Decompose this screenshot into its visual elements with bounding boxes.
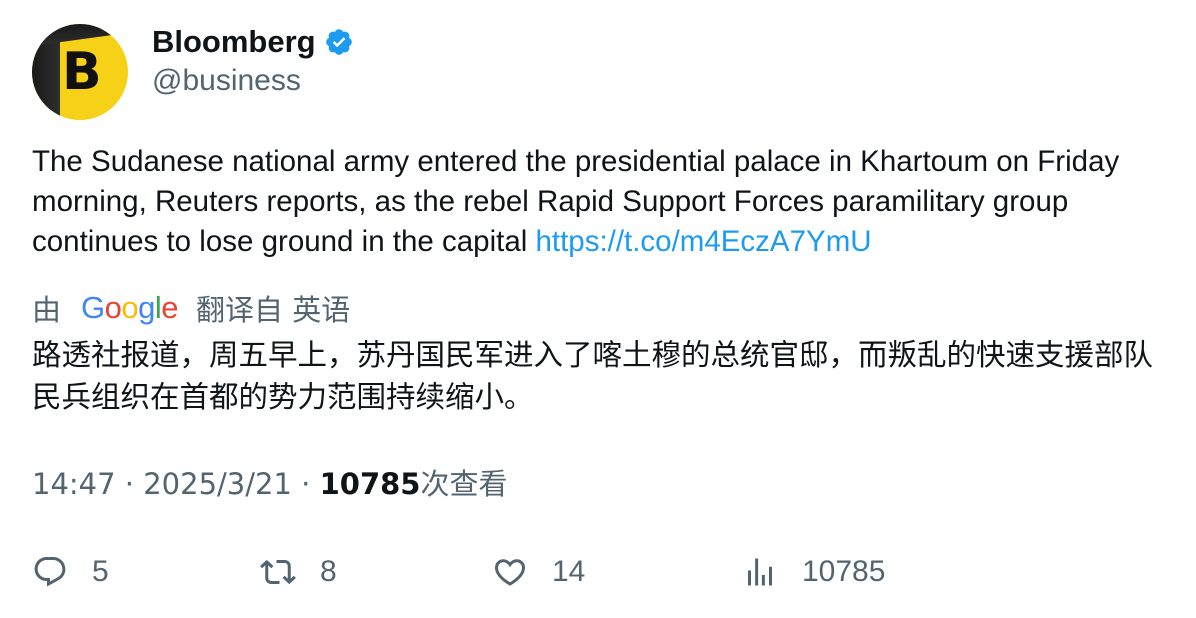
avatar-letter: B — [62, 42, 102, 102]
retweet-count: 8 — [320, 555, 337, 588]
tweet-date[interactable]: 2025/3/21 — [143, 467, 292, 501]
translated-text: 路透社报道，周五早上，苏丹国民军进入了喀土穆的总统官邸，而叛乱的快速支援部队民兵… — [32, 338, 1154, 414]
tweet-meta: 14:47 · 2025/3/21 · 10785次查看 — [32, 464, 508, 504]
views-label: 次查看 — [420, 467, 508, 501]
reply-icon — [34, 557, 66, 587]
author-name[interactable]: Bloomberg — [152, 24, 316, 60]
meta-separator: · — [301, 467, 311, 501]
author-handle[interactable]: @business — [152, 63, 301, 99]
translated-from-label: 翻译自 英语 — [196, 293, 351, 327]
views-button[interactable]: 10785 — [742, 550, 885, 594]
reply-count: 5 — [92, 555, 109, 588]
translation-attribution[interactable]: 由 Google 翻译自 英语 — [32, 288, 350, 328]
reply-button[interactable]: 5 — [32, 550, 109, 594]
tweet-link[interactable]: https://t.co/m4EczA7YmU — [535, 225, 871, 258]
like-button[interactable]: 14 — [492, 550, 585, 594]
tweet-time[interactable]: 14:47 — [32, 467, 116, 501]
avatar[interactable]: B — [32, 24, 128, 120]
like-count: 14 — [552, 555, 586, 588]
views-count: 10785 — [319, 467, 421, 501]
tweet-body: The Sudanese national army entered the p… — [32, 142, 1172, 262]
views-action-count: 10785 — [802, 555, 886, 588]
action-bar: 5 8 14 10785 — [32, 550, 1172, 594]
retweet-button[interactable]: 8 — [260, 550, 337, 594]
google-logo: Google — [81, 290, 179, 325]
views-chart-icon — [748, 558, 772, 586]
meta-separator: · — [124, 467, 135, 501]
retweet-icon — [260, 559, 296, 585]
verified-badge-icon — [325, 29, 352, 55]
translated-by-label: 由 — [32, 293, 62, 327]
author-name-row[interactable]: Bloomberg — [152, 24, 354, 60]
heart-icon — [494, 559, 526, 586]
